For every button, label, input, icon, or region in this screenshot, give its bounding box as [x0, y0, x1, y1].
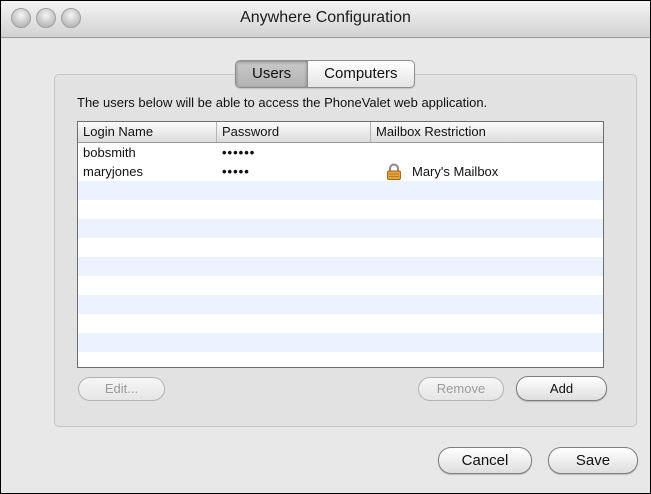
- window-title: Anywhere Configuration: [240, 9, 411, 26]
- mailbox-restriction-label: Mary's Mailbox: [412, 164, 499, 179]
- tab-users[interactable]: Users: [236, 61, 308, 87]
- table-row[interactable]: maryjones ••••• Mary's Mailbox: [78, 162, 603, 181]
- column-header-password[interactable]: Password: [217, 122, 371, 142]
- tab-segmented-control: Users Computers: [235, 60, 415, 88]
- table-row-empty: [78, 314, 603, 333]
- edit-button[interactable]: Edit...: [78, 377, 165, 401]
- configuration-window: Anywhere Configuration Users Computers T…: [0, 0, 651, 494]
- table-row-empty: [78, 181, 603, 200]
- password-cell: ••••••: [222, 145, 256, 160]
- password-cell: •••••: [222, 164, 250, 179]
- table-row-empty: [78, 238, 603, 257]
- table-rows: bobsmith •••••• maryjones ••••• Mary's M…: [78, 143, 603, 367]
- column-header-mailbox-restriction[interactable]: Mailbox Restriction: [371, 122, 603, 142]
- table-row-empty: [78, 276, 603, 295]
- table-row-empty: [78, 295, 603, 314]
- table-header: Login Name Password Mailbox Restriction: [78, 122, 603, 143]
- table-row-empty: [78, 219, 603, 238]
- users-table[interactable]: Login Name Password Mailbox Restriction …: [77, 121, 604, 368]
- login-name-cell: bobsmith: [83, 145, 136, 160]
- remove-button[interactable]: Remove: [418, 377, 504, 401]
- table-row-empty: [78, 333, 603, 352]
- title-bar[interactable]: Anywhere Configuration: [1, 1, 650, 38]
- table-row[interactable]: bobsmith ••••••: [78, 143, 603, 162]
- login-name-cell: maryjones: [83, 164, 143, 179]
- table-row-empty: [78, 257, 603, 276]
- table-row-empty: [78, 200, 603, 219]
- table-row-empty: [78, 352, 603, 367]
- save-button[interactable]: Save: [548, 447, 638, 474]
- cancel-button[interactable]: Cancel: [438, 447, 532, 474]
- column-header-login-name[interactable]: Login Name: [78, 122, 217, 142]
- add-button[interactable]: Add: [516, 376, 607, 401]
- mailbox-cell: Mary's Mailbox: [371, 162, 498, 181]
- lock-icon: [384, 163, 404, 180]
- users-description: The users below will be able to access t…: [77, 95, 488, 110]
- tab-computers[interactable]: Computers: [308, 61, 413, 87]
